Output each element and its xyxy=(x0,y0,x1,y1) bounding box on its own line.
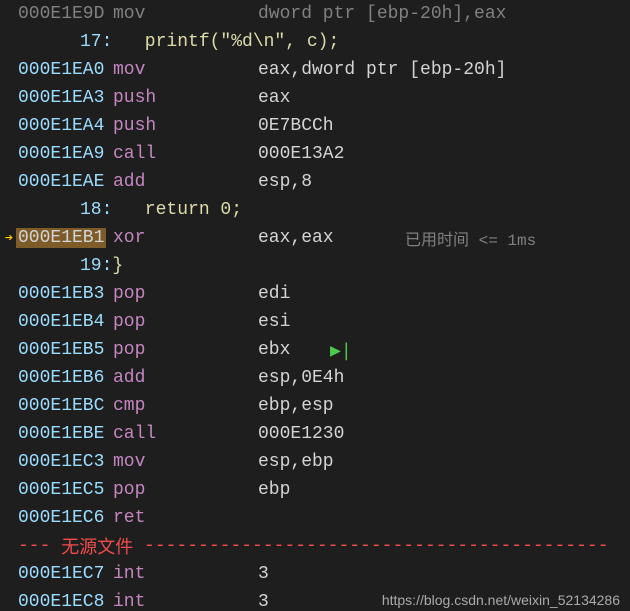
address: 000E1EC7 xyxy=(18,564,113,584)
address: 000E1EA4 xyxy=(18,116,113,136)
address: 000E1EC3 xyxy=(18,452,113,472)
mnemonic: cmp xyxy=(113,396,258,416)
line-number: 18: xyxy=(80,200,112,220)
address: 000E1EB3 xyxy=(18,284,113,304)
source-line[interactable]: 18: return 0; xyxy=(0,196,630,224)
address: 000E1EB4 xyxy=(18,312,113,332)
mnemonic: pop xyxy=(113,284,258,304)
address: 000E1EBE xyxy=(18,424,113,444)
asm-line[interactable]: 000E1EC7int3 xyxy=(0,560,630,588)
play-icon[interactable]: ▶| xyxy=(330,340,352,361)
mnemonic: push xyxy=(113,88,258,108)
operands: ebp,esp xyxy=(258,396,334,416)
operands: edi xyxy=(258,284,290,304)
no-source-label: 无源文件 xyxy=(61,533,133,559)
asm-line[interactable]: 000E1EA4push0E7BCCh xyxy=(0,112,630,140)
asm-line[interactable]: 000E1EC6ret xyxy=(0,504,630,532)
sep-dashes-right: ----------------------------------------… xyxy=(133,536,608,556)
asm-line[interactable]: 000E1EB4popesi xyxy=(0,308,630,336)
source-code-text: 19:} xyxy=(18,256,123,276)
sep-dashes-left: --- xyxy=(18,536,61,556)
mnemonic: int xyxy=(113,564,258,584)
address: 000E1EC6 xyxy=(18,508,113,528)
address: 000E1EA9 xyxy=(18,144,113,164)
asm-line[interactable]: 000E1EA9call000E13A2 xyxy=(0,140,630,168)
asm-line[interactable]: 000E1EC5popebp xyxy=(0,476,630,504)
source-code-text: 18: return 0; xyxy=(18,200,242,220)
asm-line[interactable]: ➔ 000E1EB1xoreax,eax 已用时间 <= 1ms xyxy=(0,224,630,252)
operands: esp,ebp xyxy=(258,452,334,472)
asm-line[interactable]: 000E1EBEcall000E1230 xyxy=(0,420,630,448)
asm-line[interactable]: 000E1EB3popedi xyxy=(0,280,630,308)
operands: eax,eax xyxy=(258,228,334,248)
operands: esp,0E4h xyxy=(258,368,344,388)
operands: 000E13A2 xyxy=(258,144,344,164)
mnemonic: pop xyxy=(113,340,258,360)
source-code: return 0; xyxy=(112,200,242,220)
mnemonic: xor xyxy=(113,228,258,248)
asm-line[interactable]: 000E1E9Dmovdword ptr [ebp-20h],eax xyxy=(0,0,630,28)
address: 000E1EAE xyxy=(18,172,113,192)
mnemonic: int xyxy=(113,592,258,611)
asm-line[interactable]: 000E1EB6addesp,0E4h xyxy=(0,364,630,392)
timing-annotation: 已用时间 <= 1ms xyxy=(405,226,536,250)
asm-line[interactable]: 000E1EAEaddesp,8 xyxy=(0,168,630,196)
asm-line[interactable]: 000E1EC3movesp,ebp xyxy=(0,448,630,476)
address: 000E1EC5 xyxy=(18,480,113,500)
mnemonic: add xyxy=(113,368,258,388)
address: 000E1EB6 xyxy=(18,368,113,388)
operands: esp,8 xyxy=(258,172,312,192)
address: 000E1EC8 xyxy=(18,592,113,611)
mnemonic: pop xyxy=(113,312,258,332)
mnemonic: ret xyxy=(113,508,258,528)
address: 000E1EB5 xyxy=(18,340,113,360)
address: 000E1EA0 xyxy=(18,60,113,80)
source-code: } xyxy=(112,256,123,276)
operands: 3 xyxy=(258,564,269,584)
operands: 000E1230 xyxy=(258,424,344,444)
source-line[interactable]: 19:} xyxy=(0,252,630,280)
address: 000E1EBC xyxy=(18,396,113,416)
mnemonic: mov xyxy=(113,452,258,472)
address: 000E1EA3 xyxy=(18,88,113,108)
no-source-separator: --- 无源文件 -------------------------------… xyxy=(0,532,630,560)
asm-line[interactable]: 000E1EA0moveax,dword ptr [ebp-20h] xyxy=(0,56,630,84)
source-code: printf("%d\n", c); xyxy=(112,32,339,52)
operands: ebp xyxy=(258,480,290,500)
source-line[interactable]: 17: printf("%d\n", c); xyxy=(0,28,630,56)
asm-line[interactable]: 000E1EB5popebx ▶| xyxy=(0,336,630,364)
disassembly-view[interactable]: 000E1E9Dmovdword ptr [ebp-20h],eax17: pr… xyxy=(0,0,630,611)
line-number: 17: xyxy=(80,32,112,52)
mnemonic: call xyxy=(113,424,258,444)
watermark-text: https://blog.csdn.net/weixin_52134286 xyxy=(382,592,620,608)
operands: 0E7BCCh xyxy=(258,116,334,136)
mnemonic: call xyxy=(113,144,258,164)
operands: dword ptr [ebp-20h],eax xyxy=(258,4,506,24)
mnemonic: push xyxy=(113,116,258,136)
address: 000E1E9D xyxy=(18,4,113,24)
operands: esi xyxy=(258,312,290,332)
operands: eax xyxy=(258,88,290,108)
operands: 3 xyxy=(258,592,269,611)
mnemonic: mov xyxy=(113,60,258,80)
current-line-arrow-icon: ➔ xyxy=(5,230,13,247)
operands: ebx xyxy=(258,340,290,360)
mnemonic: add xyxy=(113,172,258,192)
asm-line[interactable]: 000E1EBCcmpebp,esp xyxy=(0,392,630,420)
address: 000E1EB1 xyxy=(18,228,113,248)
source-code-text: 17: printf("%d\n", c); xyxy=(18,32,339,52)
operands: eax,dword ptr [ebp-20h] xyxy=(258,60,506,80)
mnemonic: mov xyxy=(113,4,258,24)
asm-line[interactable]: 000E1EA3pusheax xyxy=(0,84,630,112)
mnemonic: pop xyxy=(113,480,258,500)
line-number: 19: xyxy=(80,256,112,276)
